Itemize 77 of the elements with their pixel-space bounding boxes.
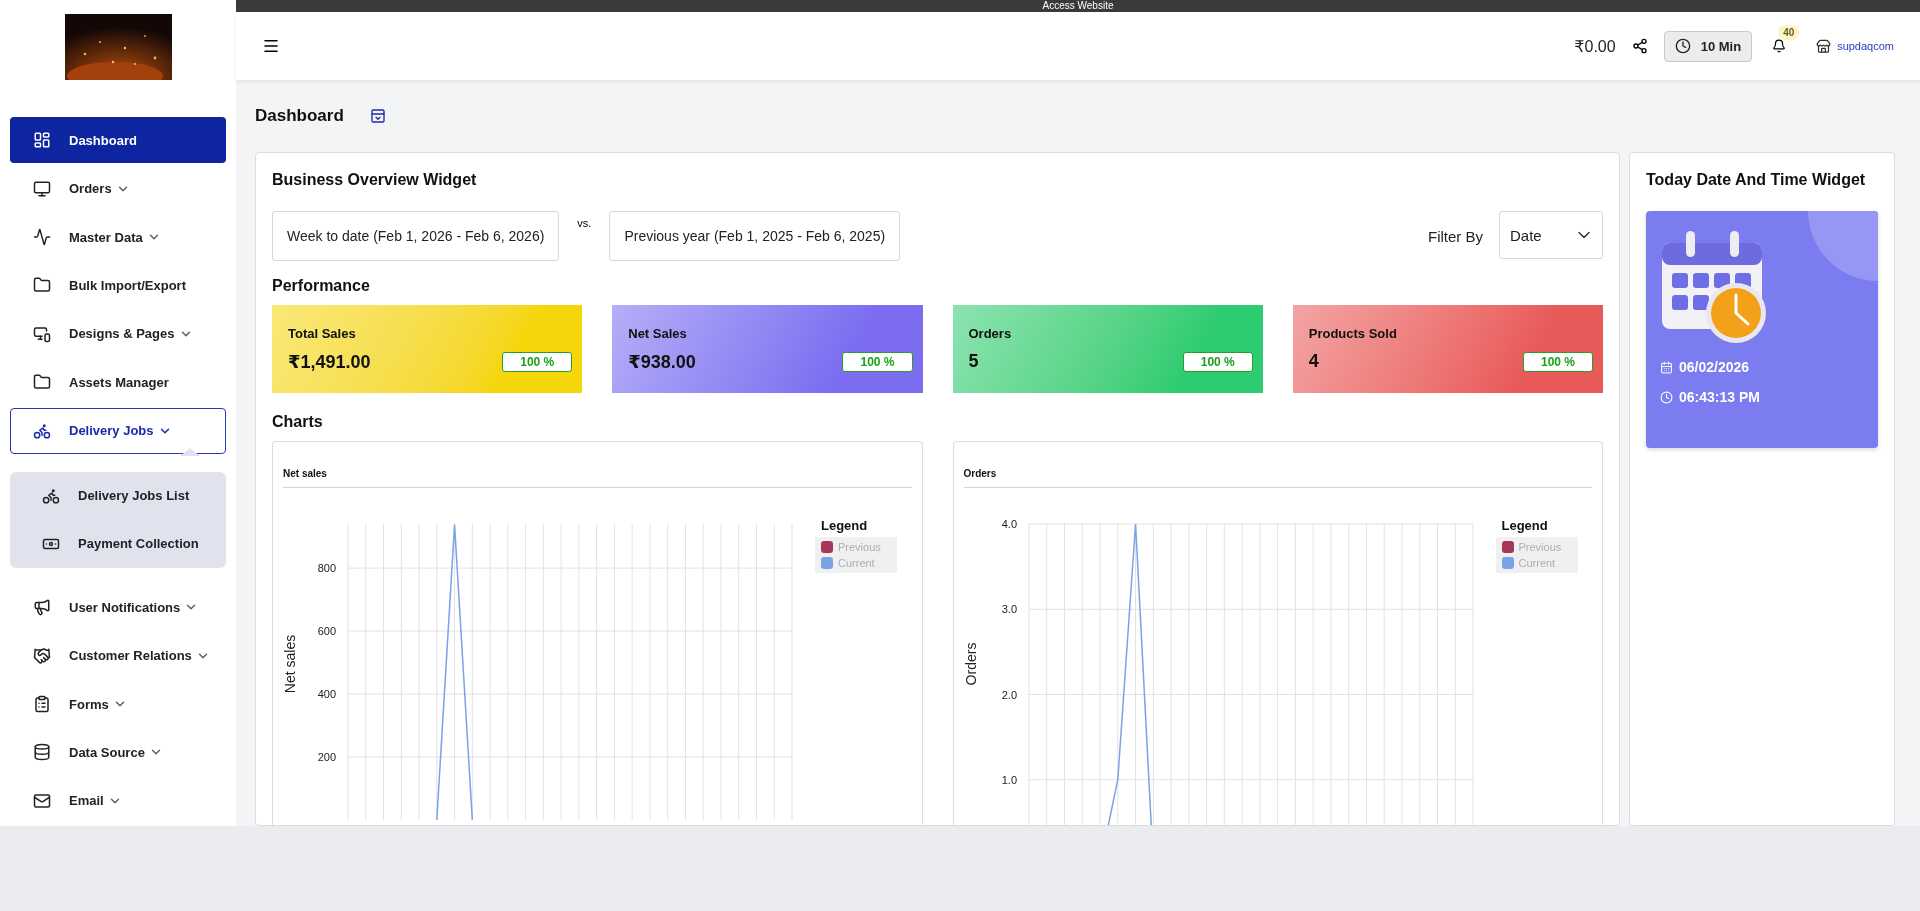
sidebar-item[interactable]: Assets Manager — [10, 359, 226, 406]
folder-icon — [33, 373, 51, 392]
notification-badge: 40 — [1778, 25, 1800, 40]
devices-icon — [33, 324, 51, 343]
monitor-icon — [33, 179, 51, 198]
stat-value: ₹938.00 — [628, 350, 696, 373]
share-icon[interactable] — [1631, 38, 1648, 54]
section-title: Performance — [272, 277, 371, 295]
legend-title: Legend — [821, 518, 869, 533]
stat-value: 5 — [968, 351, 979, 372]
stat-value: 4 — [1308, 351, 1319, 372]
time-text: 06:43:13 PM — [1679, 389, 1760, 405]
handshake-icon — [33, 646, 51, 665]
card-title: Today Date And Time Widget — [1646, 171, 1867, 189]
sidebar-item[interactable]: Bulk Import/Export — [10, 262, 226, 309]
megaphone-icon — [33, 598, 51, 617]
menu-icon[interactable] — [262, 37, 280, 55]
sidebar-item[interactable]: Data Source — [10, 729, 226, 776]
change-badge: 100 % — [1182, 351, 1253, 372]
chart-title: Net sales — [283, 468, 912, 488]
vs-label: vs. — [577, 217, 592, 229]
sidebar-item[interactable]: User Notifications — [10, 583, 226, 631]
sidebar-item[interactable]: Dashboard — [10, 117, 226, 164]
strip-label: Access Website — [1042, 0, 1114, 12]
legend-title: Legend — [1501, 518, 1549, 533]
calendar-icon — [1660, 360, 1673, 374]
store-link[interactable]: supdaqcom — [1816, 38, 1894, 54]
sidebar-item[interactable]: Email — [10, 777, 226, 825]
date-text: 06/02/2026 — [1679, 359, 1750, 375]
sidebar-item[interactable]: Forms — [10, 680, 226, 728]
timer-button[interactable]: 10 Min — [1663, 30, 1753, 62]
tick-label: 2.0 — [1001, 688, 1017, 701]
clock-icon — [1660, 390, 1673, 404]
filter-dropdown[interactable]: Date — [1499, 211, 1603, 259]
bell-icon[interactable] — [1772, 39, 1787, 53]
chart-icon — [33, 228, 51, 247]
change-badge: 100 % — [502, 351, 573, 372]
card-title: Business Overview Widget — [272, 171, 478, 189]
folder-icon — [33, 276, 51, 295]
stat-value: ₹1,491.00 — [288, 350, 371, 373]
clock-icon — [1674, 38, 1691, 54]
compare-range-field[interactable]: Previous year (Feb 1, 2025 - Feb 6, 2025) — [609, 211, 901, 261]
tick-label: 600 — [317, 625, 336, 638]
section-title: Charts — [272, 413, 324, 431]
stat-label: Net Sales — [628, 325, 688, 341]
dashboard-icon — [33, 131, 51, 150]
tick-label: 3.0 — [1001, 603, 1017, 616]
sidebar-item[interactable]: Designs & Pages — [10, 310, 226, 358]
tick-label: 400 — [317, 688, 336, 701]
stat-label: Orders — [968, 326, 1013, 341]
chart-title: Orders — [963, 468, 1592, 488]
axis-title: Net sales — [283, 634, 298, 694]
sidebar-item[interactable]: Master Data — [10, 213, 226, 261]
panel-pointer — [180, 447, 200, 456]
balance-text: ₹0.00 — [1574, 36, 1616, 56]
sidebar-item[interactable]: Delivery Jobs — [10, 407, 226, 454]
list-icon — [33, 695, 51, 713]
page-title: Dashboard — [255, 106, 344, 126]
tick-label: 200 — [317, 751, 336, 763]
store-icon — [1816, 38, 1832, 54]
change-badge: 100 % — [842, 351, 913, 372]
tick-label: 800 — [317, 562, 336, 575]
date-range-field[interactable]: Week to date (Feb 1, 2026 - Feb 6, 2026) — [272, 211, 560, 261]
sidebar-item[interactable]: Orders — [10, 165, 226, 212]
mail-icon — [33, 791, 51, 810]
stat-label: Products Sold — [1308, 326, 1398, 341]
database-icon — [33, 743, 51, 762]
tick-label: 1.0 — [1001, 773, 1017, 786]
tick-label: 4.0 — [1001, 518, 1017, 530]
sidebar-item[interactable]: Customer Relations — [10, 632, 226, 679]
change-badge: 100 % — [1522, 351, 1593, 372]
submenu-item[interactable]: Payment Collection — [10, 519, 226, 568]
axis-title: Orders — [963, 642, 979, 686]
window-icon[interactable] — [369, 108, 386, 124]
stat-label: Total Sales — [288, 325, 357, 341]
filter-label: Filter By — [1428, 227, 1483, 245]
submenu-item[interactable]: Delivery Jobs List — [10, 471, 226, 520]
